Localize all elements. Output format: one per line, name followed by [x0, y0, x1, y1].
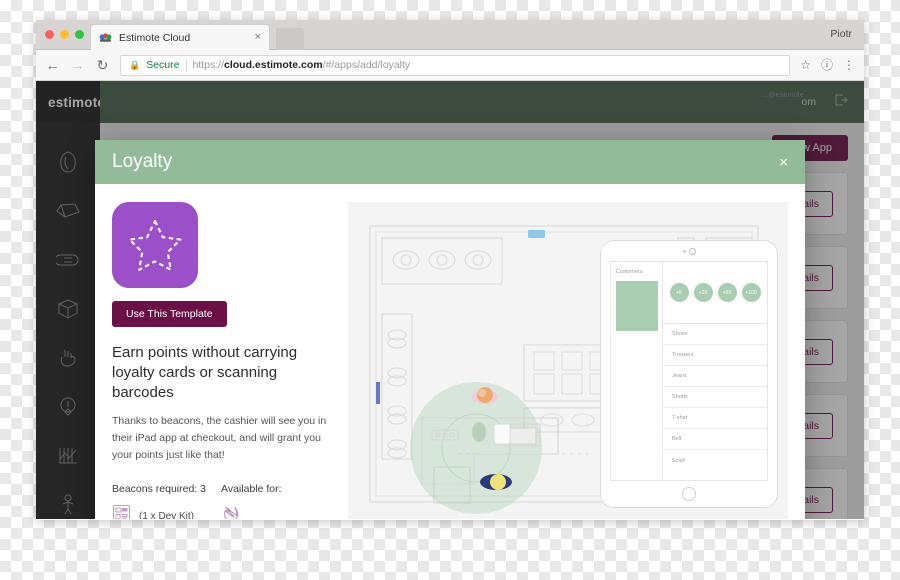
modal-body: Use This Template Earn points without ca… [95, 184, 805, 519]
url-domain: cloud.estimote.com [224, 59, 323, 71]
template-description: Thanks to beacons, the cashier will see … [112, 415, 327, 462]
browser-toolbar: ← → ↻ 🔒 Secure https://cloud.estimote.co… [36, 50, 864, 81]
back-icon[interactable]: ← [45, 58, 60, 72]
template-illustration-column: Customers +5 +20 +50 +100 Shoes Trousers… [348, 202, 788, 519]
template-headline: Earn points without carrying loyalty car… [112, 344, 298, 401]
bookmark-star-icon[interactable]: ☆ [800, 59, 811, 71]
browser-tab[interactable]: Estimote Cloud × [90, 24, 270, 50]
star-icon [112, 202, 198, 288]
list-item[interactable]: Scarf [663, 450, 767, 471]
dev-kit-icon [112, 504, 131, 519]
list-item[interactable]: T-shirt [663, 408, 767, 429]
list-item[interactable]: Belt [663, 429, 767, 450]
tablet-mockup: Customers +5 +20 +50 +100 Shoes Trousers… [600, 240, 778, 508]
list-item[interactable]: Shoes [663, 324, 767, 345]
tab-close-icon[interactable]: × [255, 32, 261, 43]
tablet-product-list: Shoes Trousers Jeans Shorts T-shirt Belt… [663, 324, 767, 480]
home-button[interactable] [601, 481, 777, 507]
address-bar[interactable]: 🔒 Secure https://cloud.estimote.com/#/ap… [120, 54, 791, 76]
beacons-required-label: Beacons required: 3 [112, 483, 206, 496]
list-item[interactable]: Jeans [663, 366, 767, 387]
page-root: Estimote Cloud × Piotr ← → ↻ 🔒 Secure ht… [0, 0, 900, 580]
tablet-main-pane: +5 +20 +50 +100 Shoes Trousers Jeans Sho… [663, 262, 767, 480]
template-info-column: Use This Template Earn points without ca… [112, 202, 330, 519]
store-floorplan-illustration: Customers +5 +20 +50 +100 Shoes Trousers… [348, 202, 788, 519]
url-prefix: https:// [192, 59, 225, 71]
available-for-fact: Available for: [221, 483, 330, 519]
url-text: https://cloud.estimote.com/#/apps/add/lo… [193, 59, 411, 71]
beacons-required-row: (1 x Dev Kit) [112, 504, 221, 519]
person-icon [603, 244, 658, 331]
tablet-customers-pane: Customers [603, 244, 663, 480]
template-facts: Beacons required: 3 (1 x Dev Kit) Availa… [112, 483, 330, 519]
estimote-favicon [99, 31, 112, 44]
beacons-required-fact: Beacons required: 3 (1 x Dev Kit) [112, 483, 221, 519]
points-button-5[interactable]: +5 [669, 283, 689, 302]
close-window-button[interactable] [45, 30, 54, 39]
beacon-blue [480, 474, 512, 490]
security-label: Secure [146, 59, 180, 71]
tab-title: Estimote Cloud [119, 31, 191, 44]
swift-icon [221, 504, 241, 519]
tablet-points-row: +5 +20 +50 +100 [663, 262, 767, 324]
template-modal: Loyalty × Use This Template Earn points … [95, 140, 805, 519]
address-divider [185, 58, 187, 72]
camera-dot [601, 241, 777, 261]
points-button-100[interactable]: +100 [741, 283, 761, 302]
page-viewport: estimote ...@estimote om New App Loyalty… [36, 81, 864, 519]
reload-icon[interactable]: ↻ [95, 58, 110, 72]
new-tab-button[interactable] [276, 28, 304, 50]
dev-kit-note: (1 x Dev Kit) [139, 510, 195, 519]
list-item[interactable]: Trousers [663, 345, 767, 366]
use-template-button-top[interactable]: Use This Template [112, 301, 227, 327]
available-for-row [221, 504, 330, 519]
browser-menu-icon[interactable]: ⋮ [843, 59, 855, 71]
points-button-20[interactable]: +20 [693, 283, 713, 302]
close-icon[interactable]: × [779, 155, 788, 170]
lock-icon: 🔒 [129, 59, 141, 70]
forward-icon[interactable]: → [70, 58, 85, 72]
browser-window: Estimote Cloud × Piotr ← → ↻ 🔒 Secure ht… [36, 20, 864, 520]
available-for-label: Available for: [221, 483, 282, 496]
modal-header: Loyalty × [95, 140, 805, 184]
window-traffic-lights [45, 30, 84, 39]
points-button-50[interactable]: +50 [717, 283, 737, 302]
minimize-window-button[interactable] [60, 30, 69, 39]
browser-profile-name[interactable]: Piotr [830, 28, 852, 40]
maximize-window-button[interactable] [75, 30, 84, 39]
list-item[interactable]: Shorts [663, 387, 767, 408]
url-path: /#/apps/add/loyalty [322, 59, 411, 71]
info-icon[interactable]: ⓘ [821, 59, 833, 71]
browser-tabstrip: Estimote Cloud × Piotr [36, 20, 864, 50]
modal-title: Loyalty [112, 151, 173, 172]
